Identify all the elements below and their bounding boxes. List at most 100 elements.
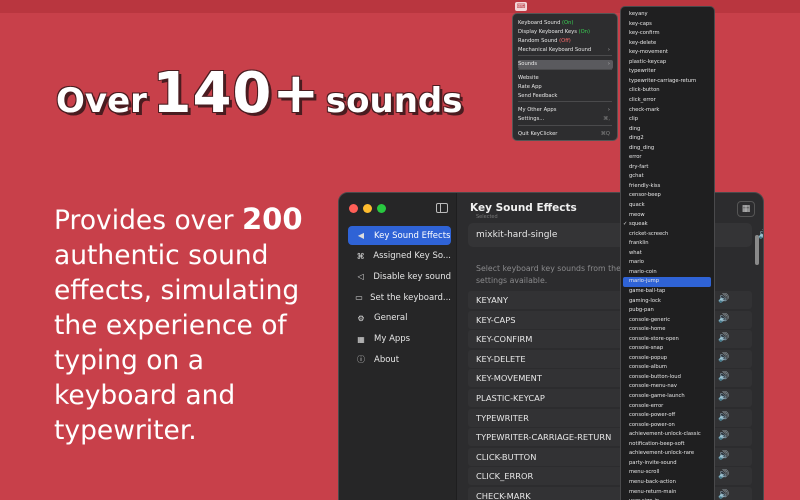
sound-item[interactable]: mario [629,258,711,268]
menu-item[interactable]: My Other Apps › [518,106,613,115]
sound-item[interactable]: clip [629,115,711,125]
sound-item[interactable]: console-game-launch [629,392,711,402]
menu-separator [518,101,612,102]
menu-item[interactable]: Settings... ⌘, [518,115,613,124]
sound-item[interactable]: quack [629,201,711,211]
sound-item[interactable]: pubg-pan [629,306,711,316]
menu-item[interactable]: Sounds › [518,60,613,69]
sound-item[interactable]: game-ball-tap [629,287,711,297]
menu-item[interactable]: Mechanical Keyboard Sound › [518,46,613,55]
sound-item[interactable]: ding_ding [629,144,711,154]
sound-item[interactable]: party-invite-sound [629,459,711,469]
sound-item[interactable]: console-snap [629,344,711,354]
volume-icon[interactable]: 🔊 [718,333,729,343]
zoom-window-button[interactable] [377,204,386,213]
blurb-text: authentic sound [54,240,269,271]
keyclicker-icon[interactable]: ⌨ [515,2,527,11]
blurb-text: keyboard and [54,380,236,411]
sound-item-label: achievement-unlock-classic [629,431,701,438]
sidebar-item[interactable]: ▦ My Apps [348,330,451,349]
sound-item[interactable]: ding [629,125,711,135]
sidebar-item[interactable]: ⚙ General [348,309,451,328]
sidebar-toggle-icon[interactable] [436,203,448,213]
sound-item[interactable]: console-popup [629,354,711,364]
sound-item[interactable]: friendly-kiss [629,182,711,192]
sound-item[interactable]: error [629,153,711,163]
scrollbar[interactable] [755,235,759,265]
sound-item[interactable]: censor-beep [629,191,711,201]
sound-item[interactable]: what [629,249,711,259]
sound-item[interactable]: gaming-lock [629,297,711,307]
volume-icon[interactable]: 🔊 [718,392,729,402]
sound-item[interactable]: plastic-keycap [629,58,711,68]
menu-item-label: Settings... [518,116,545,122]
sound-item[interactable]: gchat [629,172,711,182]
sound-item[interactable]: console-album [629,363,711,373]
sound-item[interactable]: keyany [629,10,711,20]
volume-icon[interactable]: 🔊 [718,314,729,324]
menu-item[interactable]: Quit KeyClicker ⌘Q [518,130,613,139]
volume-icon[interactable]: 🔊 [718,294,729,304]
volume-icon[interactable]: 🔊 [718,431,729,441]
sound-item[interactable]: typewriter [629,67,711,77]
sound-item[interactable]: meow [629,211,711,221]
sound-item[interactable]: console-error [629,402,711,412]
sound-item[interactable]: franklin [629,239,711,249]
sound-item[interactable]: console-button-loud [629,373,711,383]
sound-item[interactable]: mario-jump [623,277,711,287]
sound-item[interactable]: console-menu-nav [629,382,711,392]
sound-item[interactable]: key-delete [629,39,711,49]
sound-item[interactable]: console-store-open [629,335,711,345]
sound-item[interactable]: click_error [629,96,711,106]
sound-item[interactable]: console-generic [629,316,711,326]
sound-item[interactable]: console-home [629,325,711,335]
menu-item[interactable]: Send Feedback [518,92,613,101]
sound-item[interactable]: cricket-screech [629,230,711,240]
sounds-submenu: keyany key-caps key-confirm key-delete key-m… [620,6,715,500]
menu-item[interactable]: Website [518,74,613,83]
minimize-window-button[interactable] [363,204,372,213]
sound-item[interactable]: menu-back-action [629,478,711,488]
sound-item[interactable]: achievement-unlock-classic [629,430,711,440]
volume-icon[interactable]: 🔊 [718,353,729,363]
sound-item[interactable]: key-confirm [629,29,711,39]
volume-icon[interactable]: 🔊 [718,490,729,500]
sidebar: ◀ Key Sound Effects ⌘ Assigned Key So... ◁ Di… [339,193,457,500]
volume-icon[interactable]: 🔊 [718,470,729,480]
sound-item[interactable]: ding2 [629,134,711,144]
sound-item[interactable]: key-caps [629,20,711,30]
sound-item[interactable]: menu-scroll [629,468,711,478]
sound-item[interactable]: check-mark [629,106,711,116]
sound-item-label: mario-coin [629,268,657,275]
sidebar-item[interactable]: ◁ Disable key sound [348,267,451,286]
sound-item[interactable]: console-power-on [629,421,711,431]
sound-item[interactable]: typewriter-carriage-return [629,77,711,87]
sound-item[interactable]: key-movement [629,48,711,58]
sound-item[interactable]: notification-beep-soft [629,440,711,450]
main-content: Key Sound Effects Selected ▦ mixkit-hard… [458,193,763,500]
sidebar-item[interactable]: ▭ Set the keyboard... [348,288,451,307]
menu-item[interactable]: Keyboard Sound (On) [518,19,613,28]
sidebar-item[interactable]: ⓘ About [348,350,451,369]
sidebar-item[interactable]: ◀ Key Sound Effects [348,226,451,245]
close-window-button[interactable] [349,204,358,213]
sound-item[interactable]: dry-fart [629,163,711,173]
checkmark-icon: ✓ [623,221,628,228]
menu-item[interactable]: Random Sound (Off) [518,37,613,46]
menu-item[interactable]: Rate App [518,83,613,92]
sound-item[interactable]: achievement-unlock-rare [629,449,711,459]
volume-icon[interactable]: 🔊 [718,451,729,461]
sidebar-item[interactable]: ⌘ Assigned Key So... [348,247,451,266]
sound-item-label: gaming-lock [629,297,661,304]
menu-item[interactable]: Display Keyboard Keys (On) [518,28,613,37]
grid-view-icon[interactable]: ▦ [737,201,755,217]
sound-item-label: typewriter [629,68,656,75]
sound-item[interactable]: mario-coin [629,268,711,278]
sound-item-label: console-button-loud [629,373,681,380]
sound-item[interactable]: console-power-off [629,411,711,421]
sound-item[interactable]: menu-return-main [629,488,711,498]
volume-icon[interactable]: 🔊 [718,412,729,422]
volume-icon[interactable]: 🔊 [718,372,729,382]
sound-item[interactable]: ✓ squeak [623,220,711,230]
sound-item[interactable]: click-button [629,86,711,96]
